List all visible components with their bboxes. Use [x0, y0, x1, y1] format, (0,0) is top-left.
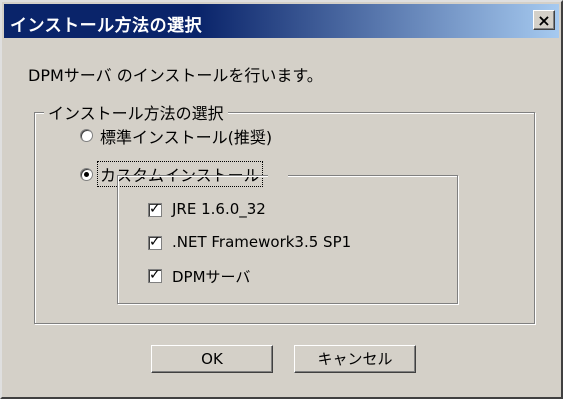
check-mark-icon: ✓ — [149, 234, 161, 250]
ok-button[interactable]: OK — [151, 345, 273, 373]
checkbox-dpm-server[interactable]: ✓ — [148, 267, 162, 283]
radio-custom-install[interactable] — [80, 168, 93, 181]
check-mark-icon: ✓ — [149, 267, 161, 283]
checkbox-jre-label[interactable]: JRE 1.6.0_32 — [172, 200, 266, 218]
checkbox-dotnet[interactable]: ✓ — [148, 234, 162, 250]
install-method-group-label: インストール方法の選択 — [44, 100, 228, 124]
description-text: DPMサーバ のインストールを行います。 — [28, 66, 323, 85]
label-gap — [268, 170, 288, 178]
radio-standard-install[interactable] — [80, 129, 93, 142]
checkbox-jre[interactable]: ✓ — [148, 201, 162, 217]
checkbox-dpm-server-label[interactable]: DPMサーバ — [172, 266, 250, 287]
window-title: インストール方法の選択 — [10, 16, 203, 36]
radio-selected-dot — [84, 172, 89, 177]
title-bar[interactable]: インストール方法の選択 × — [4, 4, 559, 38]
cancel-button[interactable]: キャンセル — [294, 345, 416, 373]
check-mark-icon: ✓ — [149, 201, 161, 217]
radio-standard-install-label[interactable]: 標準インストール(推奨) — [100, 124, 272, 148]
checkbox-dotnet-label[interactable]: .NET Framework3.5 SP1 — [172, 233, 351, 251]
close-button[interactable]: × — [533, 10, 555, 30]
